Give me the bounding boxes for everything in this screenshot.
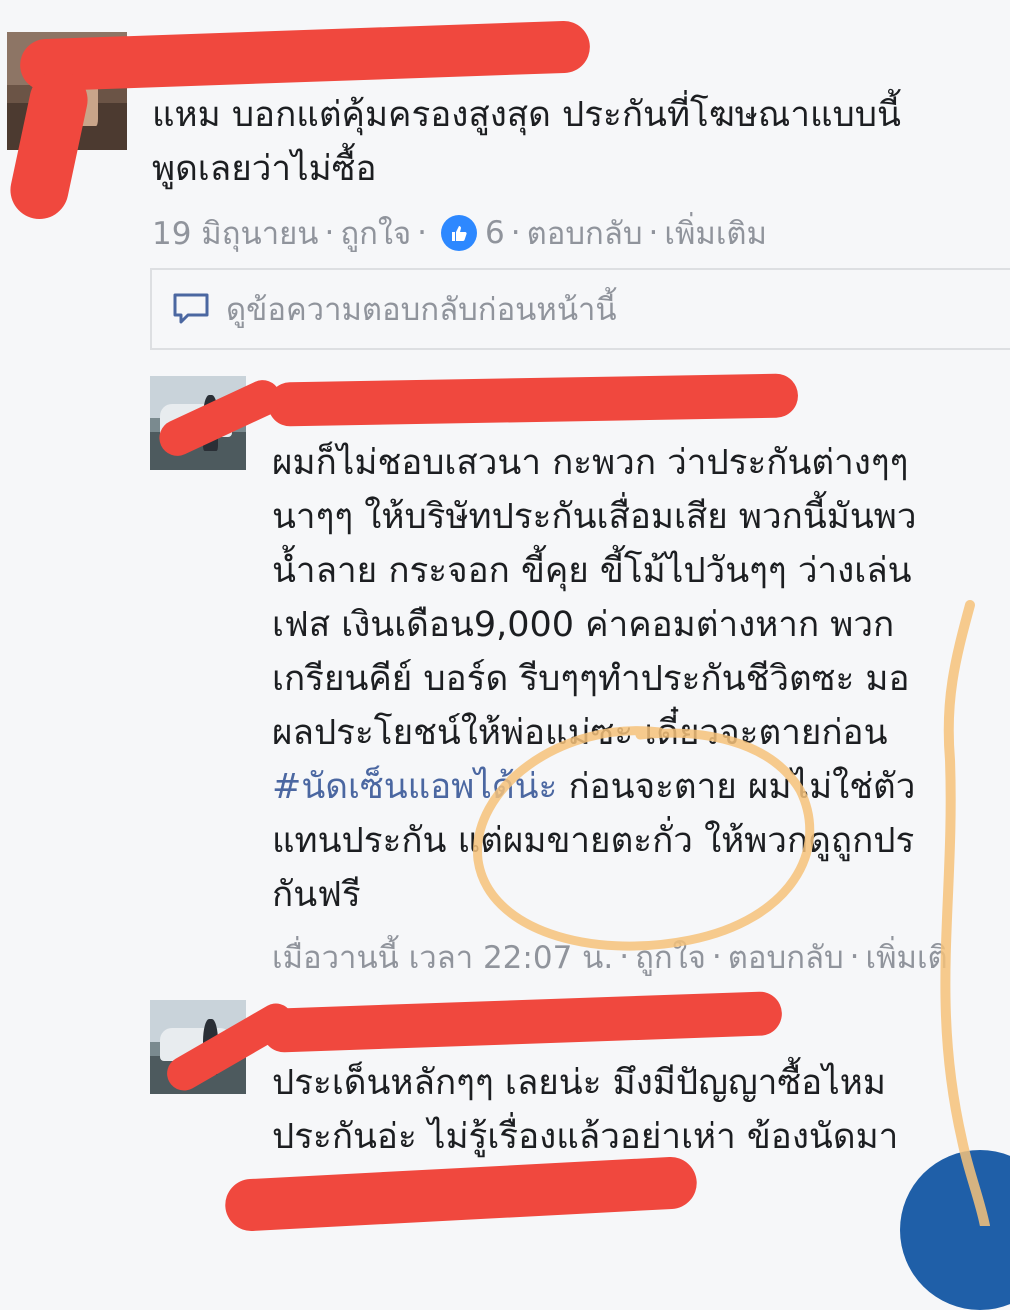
speech-bubble-icon	[173, 293, 209, 324]
reply-1-like-link[interactable]: ถูกใจ	[635, 932, 706, 982]
redaction-mark	[267, 373, 799, 427]
redaction-mark	[19, 20, 591, 92]
reply-1-meta: เมื่อวานนี้ เวลา 22:07 น. · ถูกใจ · ตอบก…	[272, 932, 948, 982]
reply-1-text: ผมก็ไม่ชอบเสวนา กะพวก ว่าประกันต่างๆๆ นา…	[272, 436, 1010, 922]
comment-1-like-link[interactable]: ถูกใจ	[340, 208, 411, 258]
comment-1-meta: 19 มิถุนายน · ถูกใจ · 6 · ตอบกลับ · เพิ่…	[152, 208, 767, 258]
reply-1-reply-link[interactable]: ตอบกลับ	[728, 932, 844, 982]
comment-1-more-link[interactable]: เพิ่มเติม	[664, 208, 767, 258]
reply-1-time[interactable]: เมื่อวานนี้ เวลา 22:07 น.	[272, 932, 613, 982]
reply-1-more-link[interactable]: เพิ่มเติ	[866, 932, 948, 982]
reply-2-text: ประเด็นหลักๆๆ เลยน่ะ มึงมีปัญญาซื้อไหม ป…	[272, 1063, 899, 1157]
comment-1-time[interactable]: 19 มิถุนายน	[152, 208, 318, 258]
comment-1-text: แหม บอกแต่คุ้มครองสูงสุด ประกันที่โฆษณาแ…	[152, 95, 901, 189]
redaction-mark	[223, 1155, 699, 1233]
reply-1-hashtag[interactable]: #นัดเซ็นแอพได้น่ะ	[272, 767, 557, 807]
comment-1-like-count[interactable]: 6	[485, 215, 505, 251]
reply-1-text-start: ผมก็ไม่ชอบเสวนา กะพวก ว่าประกันต่างๆๆ นา…	[272, 443, 917, 753]
comment-1-reply-link[interactable]: ตอบกลับ	[527, 208, 643, 258]
view-previous-replies-label: ดูข้อความตอบกลับก่อนหน้านี้	[226, 292, 617, 328]
chat-head-button[interactable]	[900, 1150, 1010, 1310]
thumbs-up-icon	[441, 215, 478, 251]
view-previous-replies-button[interactable]: ดูข้อความตอบกลับก่อนหน้านี้	[150, 268, 1010, 350]
